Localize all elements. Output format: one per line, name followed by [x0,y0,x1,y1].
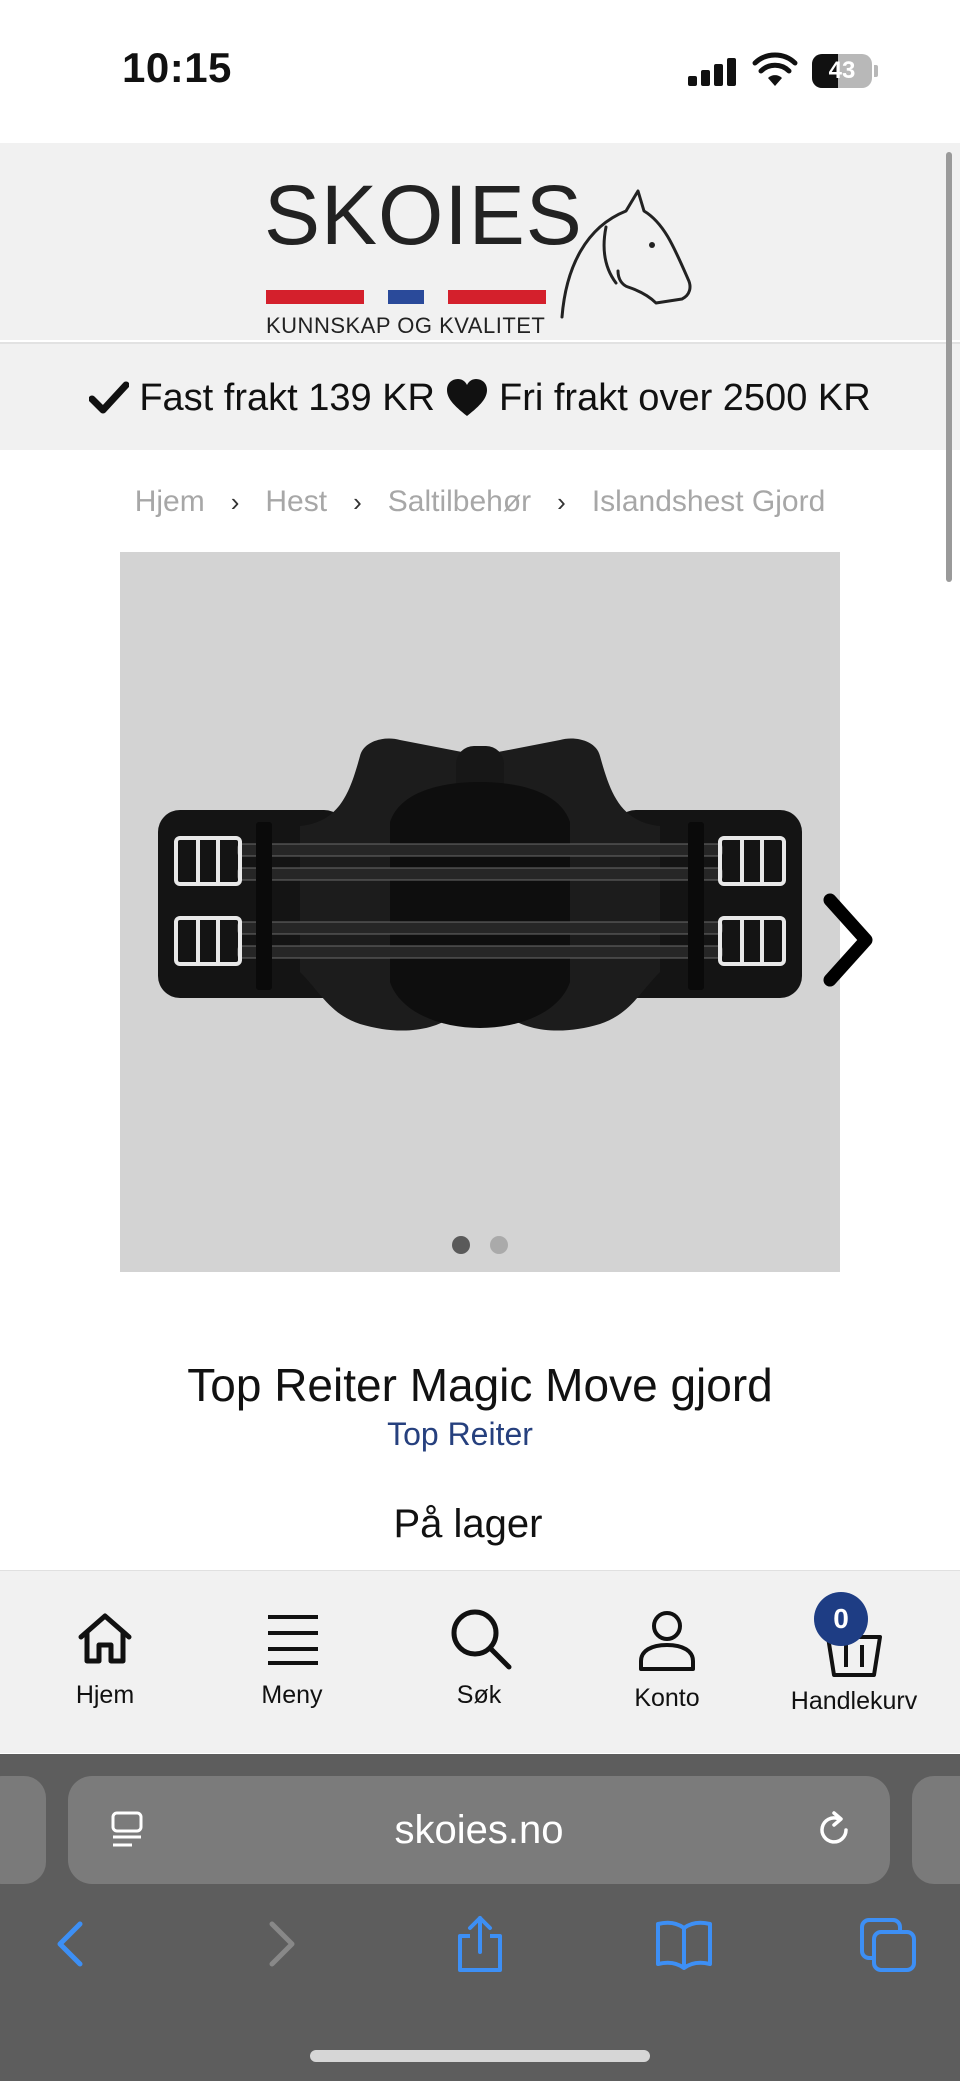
next-image-chevron-icon[interactable] [818,892,878,988]
reload-icon[interactable] [814,1810,854,1850]
skoies-logo[interactable]: SKOIES KUNNSKAP OG KVALITET [264,163,694,338]
home-icon [78,1613,132,1664]
account-icon [639,1611,695,1671]
product-title: Top Reiter Magic Move gjord [187,1359,773,1411]
gallery-dot-2[interactable] [490,1236,508,1254]
nav-search[interactable]: Søk [389,1571,569,1754]
gallery-dot-1[interactable] [452,1236,470,1254]
nav-cart-label: Handlekurv [790,1687,918,1715]
checkmark-icon [89,381,130,414]
wifi-icon [752,52,798,86]
stock-status: På lager [393,1502,543,1546]
address-bar[interactable]: skoies.no [68,1776,890,1884]
nav-menu[interactable]: Meny [202,1571,382,1754]
safari-toolbar: skoies.no [0,1754,960,2081]
status-bar: 10:15 43 [0,0,960,142]
page-scrollbar[interactable] [946,152,952,582]
nav-home[interactable]: Hjem [15,1571,195,1754]
breadcrumb-saltilbehor[interactable]: Saltilbehør [388,485,531,519]
horse-head-icon [560,189,692,319]
previous-tab-peek[interactable] [0,1776,46,1884]
breadcrumb-separator-icon: › [230,486,240,517]
cart-count-badge: 0 [814,1592,868,1646]
breadcrumb-separator-icon: › [353,486,362,517]
logo-wordmark: SKOIES [264,168,583,262]
product-brand-link[interactable]: Top Reiter [0,1416,920,1453]
breadcrumb: Hjem › Hest › Saltilbehør › Islandshest … [0,480,960,524]
site-header: SKOIES KUNNSKAP OG KVALITET [0,143,960,340]
share-icon[interactable] [450,1914,510,1974]
breadcrumb-islandshest-gjord[interactable]: Islandshest Gjord [592,485,825,519]
heart-icon [446,379,487,416]
tabs-icon[interactable] [858,1914,918,1974]
nav-search-label: Søk [456,1681,502,1709]
logo-tagline: KUNNSKAP OG KVALITET [266,313,546,338]
menu-icon [268,1615,318,1665]
shipping-banner: Fast frakt 139 KR Fri frakt over 2500 KR [0,342,960,450]
breadcrumb-hest[interactable]: Hest [265,485,327,519]
next-tab-peek[interactable] [912,1776,960,1884]
product-image-gallery[interactable] [120,552,840,1272]
gallery-pagination [0,1236,960,1254]
girth-product-image [158,738,802,1031]
battery-level: 43 [828,57,856,84]
nav-account-label: Konto [634,1684,700,1712]
bookmarks-icon[interactable] [654,1914,714,1974]
breadcrumb-home[interactable]: Hjem [135,485,205,519]
nav-account[interactable]: Konto [577,1571,757,1754]
nav-menu-label: Meny [261,1681,323,1709]
back-icon[interactable] [42,1914,102,1974]
bottom-navigation: Hjem Meny Søk Konto Handlekurv [0,1570,960,1753]
status-time: 10:15 [122,44,232,91]
breadcrumb-separator-icon: › [557,486,566,517]
battery-icon: 43 [812,54,878,88]
home-indicator[interactable] [310,2050,650,2062]
nav-home-label: Hjem [75,1681,135,1709]
shipping-free-text: Fri frakt over 2500 KR [498,376,871,419]
cellular-signal-icon [688,58,738,86]
forward-icon[interactable] [250,1914,310,1974]
shipping-fixed-text: Fast frakt 139 KR [139,376,435,419]
search-icon [451,1609,512,1670]
url-text: skoies.no [394,1808,564,1852]
